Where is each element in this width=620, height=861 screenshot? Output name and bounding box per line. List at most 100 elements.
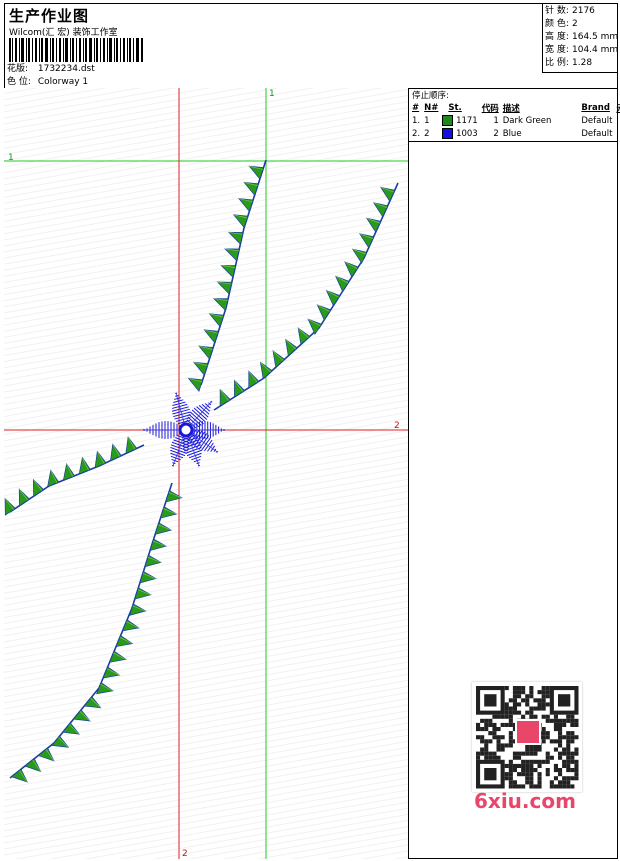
leaf-stitch [37, 747, 55, 762]
qr-module [570, 755, 575, 760]
qr-module [525, 710, 530, 715]
qr-module [521, 763, 526, 768]
leaf-stitch [365, 217, 382, 233]
qr-module [480, 747, 485, 752]
qr-module [549, 780, 554, 785]
qr-module [504, 743, 509, 748]
qr-module [558, 722, 563, 727]
qr-module [496, 743, 501, 748]
qr-module [574, 768, 579, 773]
qr-module [562, 784, 567, 789]
qr-module [512, 686, 517, 691]
stem-line [9, 444, 145, 513]
leaf-stitch [47, 469, 60, 488]
qr-module [545, 759, 550, 764]
qr-module [574, 751, 579, 756]
qr-module [484, 727, 489, 732]
qr-module [508, 780, 513, 785]
qr-module [476, 735, 481, 740]
qr-module [492, 755, 497, 760]
qr-module [529, 763, 534, 768]
qr-module [566, 751, 571, 756]
leaf-stitch [351, 248, 368, 264]
qr-module [529, 772, 534, 777]
qr-module [574, 763, 579, 768]
design-name-row: 花版: 1732234.dst [7, 61, 95, 74]
qr-module [570, 768, 575, 773]
qr-module [512, 780, 517, 785]
qr-module [529, 694, 534, 699]
qr-module [529, 710, 534, 715]
qr-module [562, 776, 567, 781]
qr-module [549, 784, 554, 789]
qr-module [512, 784, 517, 789]
qr-module [562, 759, 567, 764]
design-name-value: 1732234.dst [37, 64, 95, 74]
qr-module [549, 755, 554, 760]
qr-module [525, 759, 530, 764]
qr-module [496, 714, 501, 719]
qr-module [476, 755, 481, 760]
qr-module [537, 763, 542, 768]
color-swatch [442, 115, 454, 126]
leaf-stitch [10, 768, 29, 783]
qr-module [504, 706, 509, 711]
qr-module [562, 747, 567, 752]
leaf-stitch [4, 497, 16, 516]
qr-module [504, 702, 509, 707]
qr-module [480, 739, 485, 744]
qr-module [512, 755, 517, 760]
stat-stitches: 针 数: 2176 [545, 6, 595, 16]
qr-module [541, 739, 546, 744]
qr-module [504, 763, 509, 768]
qr-module [566, 739, 571, 744]
leaf-stitch [344, 261, 359, 278]
leaf-stitch [102, 666, 121, 679]
qr-module [574, 735, 579, 740]
qr-module [566, 743, 571, 748]
qr-module [508, 768, 513, 773]
stat-width: 宽 度: 104.4 mm [545, 45, 619, 55]
stat-scale: 比 例: 1.28 [545, 58, 593, 68]
qr-module [566, 714, 571, 719]
qr-module [570, 751, 575, 756]
qr-module [541, 731, 546, 736]
qr-module [512, 698, 517, 703]
qr-module [508, 710, 513, 715]
qr-module [496, 755, 501, 760]
stop-sequence-caption: 停止顺序: [412, 91, 449, 101]
design-canvas[interactable]: 1 1 2 2 [4, 88, 409, 859]
qr-module [504, 776, 509, 781]
qr-module [512, 763, 517, 768]
lower-stem [9, 482, 183, 783]
qr-module [545, 718, 550, 723]
qr-module [553, 763, 558, 768]
qr-module [525, 698, 530, 703]
qr-module [558, 768, 563, 773]
left-stem [4, 436, 145, 516]
qr-module [480, 718, 485, 723]
qr-module [492, 722, 497, 727]
qr-module [492, 735, 497, 740]
qr-module [500, 722, 505, 727]
leaf-stitch [96, 682, 114, 695]
stat-height: 高 度: 164.5 mm [545, 32, 619, 42]
page-title: 生产作业图 [9, 7, 90, 25]
qr-module [508, 735, 513, 740]
qr-module [570, 739, 575, 744]
qr-module [570, 718, 575, 723]
qr-module [553, 727, 558, 732]
leaf-stitch [334, 275, 350, 293]
qr-module [570, 759, 575, 764]
colorway-label: 色 位: [7, 77, 31, 87]
table-header: # N# St. 代码 描述 Brand 元素 [412, 102, 620, 114]
qr-module [484, 743, 489, 748]
qr-module [480, 735, 485, 740]
qr-module [500, 743, 505, 748]
qr-module [529, 780, 534, 785]
qr-module [566, 755, 571, 760]
qr-module [545, 714, 550, 719]
qr-module [480, 727, 485, 732]
color-swatch [442, 128, 454, 139]
upper-left-stem [187, 159, 267, 392]
